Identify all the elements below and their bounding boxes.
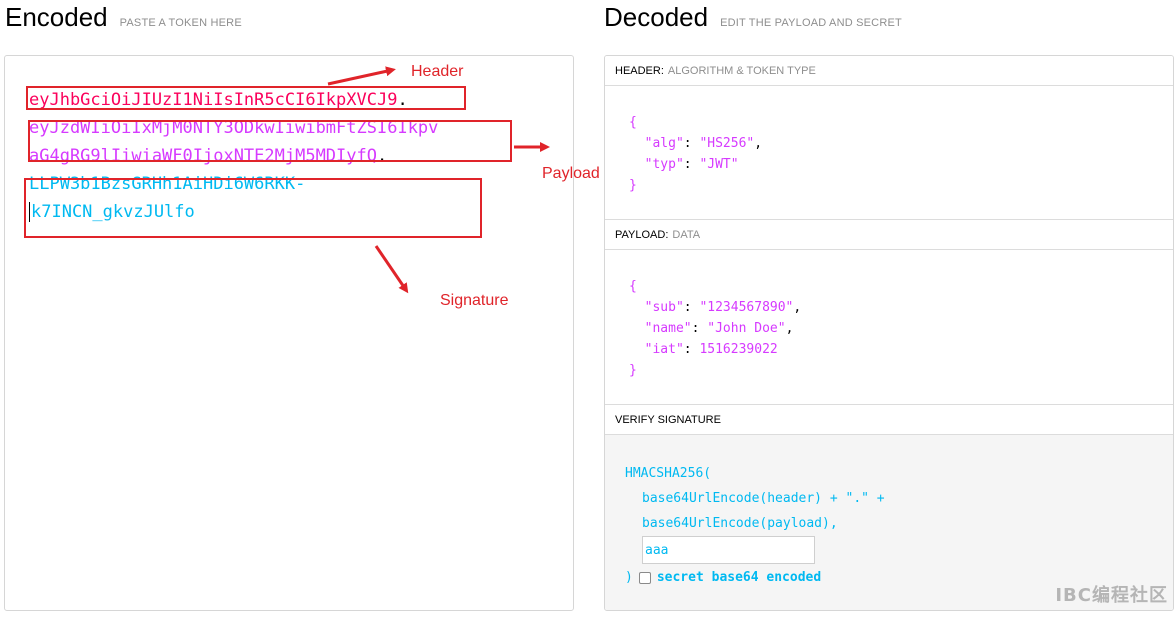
decoded-panel: HEADER: ALGORITHM & TOKEN TYPE { "alg": … xyxy=(604,55,1174,611)
json-brace: } xyxy=(629,178,637,193)
decoded-title: Decoded EDIT THE PAYLOAD AND SECRET xyxy=(604,2,902,33)
json-line: "typ": "JWT" xyxy=(644,157,739,172)
token-segment: . xyxy=(397,90,408,110)
base64-checkbox[interactable] xyxy=(638,571,651,584)
json-key: "sub" xyxy=(644,300,684,315)
token-segment: eyJzdWIiOiIxMjM0NTY3ODkwIiwibmFtZSI6Ikpv xyxy=(29,118,439,138)
json-key: "iat" xyxy=(644,342,684,357)
token-segment: k7INCN_gkvzJUlfo xyxy=(31,202,195,222)
json-line: "name": "John Doe", xyxy=(644,321,794,336)
json-brace: } xyxy=(629,363,637,378)
json-comma: , xyxy=(793,300,802,315)
secret-input[interactable] xyxy=(642,536,815,564)
payload-section-sub: DATA xyxy=(672,228,701,241)
json-comma: , xyxy=(785,321,794,336)
header-annotation-label: Header xyxy=(411,63,464,80)
token-segment: LLPW3b1BzsGRHh1AiHDi6W6RKK- xyxy=(29,174,306,194)
signature-annotation-label: Signature xyxy=(440,292,509,309)
header-json-editor[interactable]: { "alg": "HS256", "typ": "JWT"} xyxy=(605,86,1173,220)
json-key: "alg" xyxy=(644,136,684,151)
json-brace: { xyxy=(629,115,637,130)
encoded-subtitle: PASTE A TOKEN HERE xyxy=(119,17,242,29)
header-section-sub: ALGORITHM & TOKEN TYPE xyxy=(667,64,816,77)
header-section-label: HEADER: xyxy=(615,64,664,77)
verify-section-head: VERIFY SIGNATURE xyxy=(605,405,1173,435)
encoded-token-editor[interactable]: eyJhbGciOiJIUzI1NiIsInR5cCI6IkpXVCJ9. eyJ… xyxy=(4,55,574,611)
json-value: "1234567890" xyxy=(699,300,794,315)
payload-section-label: PAYLOAD: xyxy=(615,228,669,241)
verify-fn: HMACSHA256( xyxy=(625,466,712,481)
json-line: } xyxy=(629,360,1173,381)
encoded-heading: Encoded xyxy=(5,2,108,32)
token-segment: aG4gRG9lIiwiaWF0IjoxNTE2MjM5MDIyfQ xyxy=(29,146,377,166)
json-line: { xyxy=(629,276,1173,297)
json-value: "HS256" xyxy=(699,136,755,151)
verify-line-header: base64UrlEncode(header) + "." + xyxy=(642,491,885,506)
verify-close-paren: ) xyxy=(625,570,633,585)
token-text[interactable]: eyJhbGciOiJIUzI1NiIsInR5cCI6IkpXVCJ9. eyJ… xyxy=(29,86,529,226)
token-line: aG4gRG9lIiwiaWF0IjoxNTE2MjM5MDIyfQ. xyxy=(29,142,529,170)
json-brace: { xyxy=(629,279,637,294)
payload-section-head: PAYLOAD: DATA xyxy=(605,220,1173,250)
json-value: "JWT" xyxy=(699,157,739,172)
token-line: eyJhbGciOiJIUzI1NiIsInR5cCI6IkpXVCJ9. xyxy=(29,86,529,114)
token-segment: eyJhbGciOiJIUzI1NiIsInR5cCI6IkpXVCJ9 xyxy=(29,90,398,110)
json-line: "alg": "HS256", xyxy=(644,136,763,151)
token-line: LLPW3b1BzsGRHh1AiHDi6W6RKK- xyxy=(29,170,529,198)
payload-json-editor[interactable]: { "sub": "1234567890", "name": "John Doe… xyxy=(605,250,1173,405)
json-key: "name" xyxy=(644,321,692,336)
watermark: IBC编程社区 xyxy=(1055,585,1168,606)
text-caret xyxy=(29,202,30,222)
json-comma: , xyxy=(754,136,763,151)
json-line: "iat": 1516239022 xyxy=(644,342,778,357)
token-line: k7INCN_gkvzJUlfo xyxy=(29,198,529,226)
json-value: 1516239022 xyxy=(699,342,778,357)
json-line: } xyxy=(629,175,1173,196)
encoded-title: Encoded PASTE A TOKEN HERE xyxy=(5,2,242,33)
token-line: eyJzdWIiOiIxMjM0NTY3ODkwIiwibmFtZSI6Ikpv xyxy=(29,114,529,142)
header-section-head: HEADER: ALGORITHM & TOKEN TYPE xyxy=(605,56,1173,86)
base64-checkbox-label[interactable]: secret base64 encoded xyxy=(657,565,821,590)
json-key: "typ" xyxy=(644,157,684,172)
json-line: "sub": "1234567890", xyxy=(644,300,802,315)
decoded-heading: Decoded xyxy=(604,2,709,32)
json-value: "John Doe" xyxy=(707,321,786,336)
json-line: { xyxy=(629,112,1173,133)
verify-section-label: VERIFY SIGNATURE xyxy=(615,413,721,426)
decoded-subtitle: EDIT THE PAYLOAD AND SECRET xyxy=(720,17,902,29)
verify-line-payload: base64UrlEncode(payload), xyxy=(642,516,838,531)
token-segment: . xyxy=(377,146,388,166)
payload-annotation-label: Payload xyxy=(542,165,600,182)
